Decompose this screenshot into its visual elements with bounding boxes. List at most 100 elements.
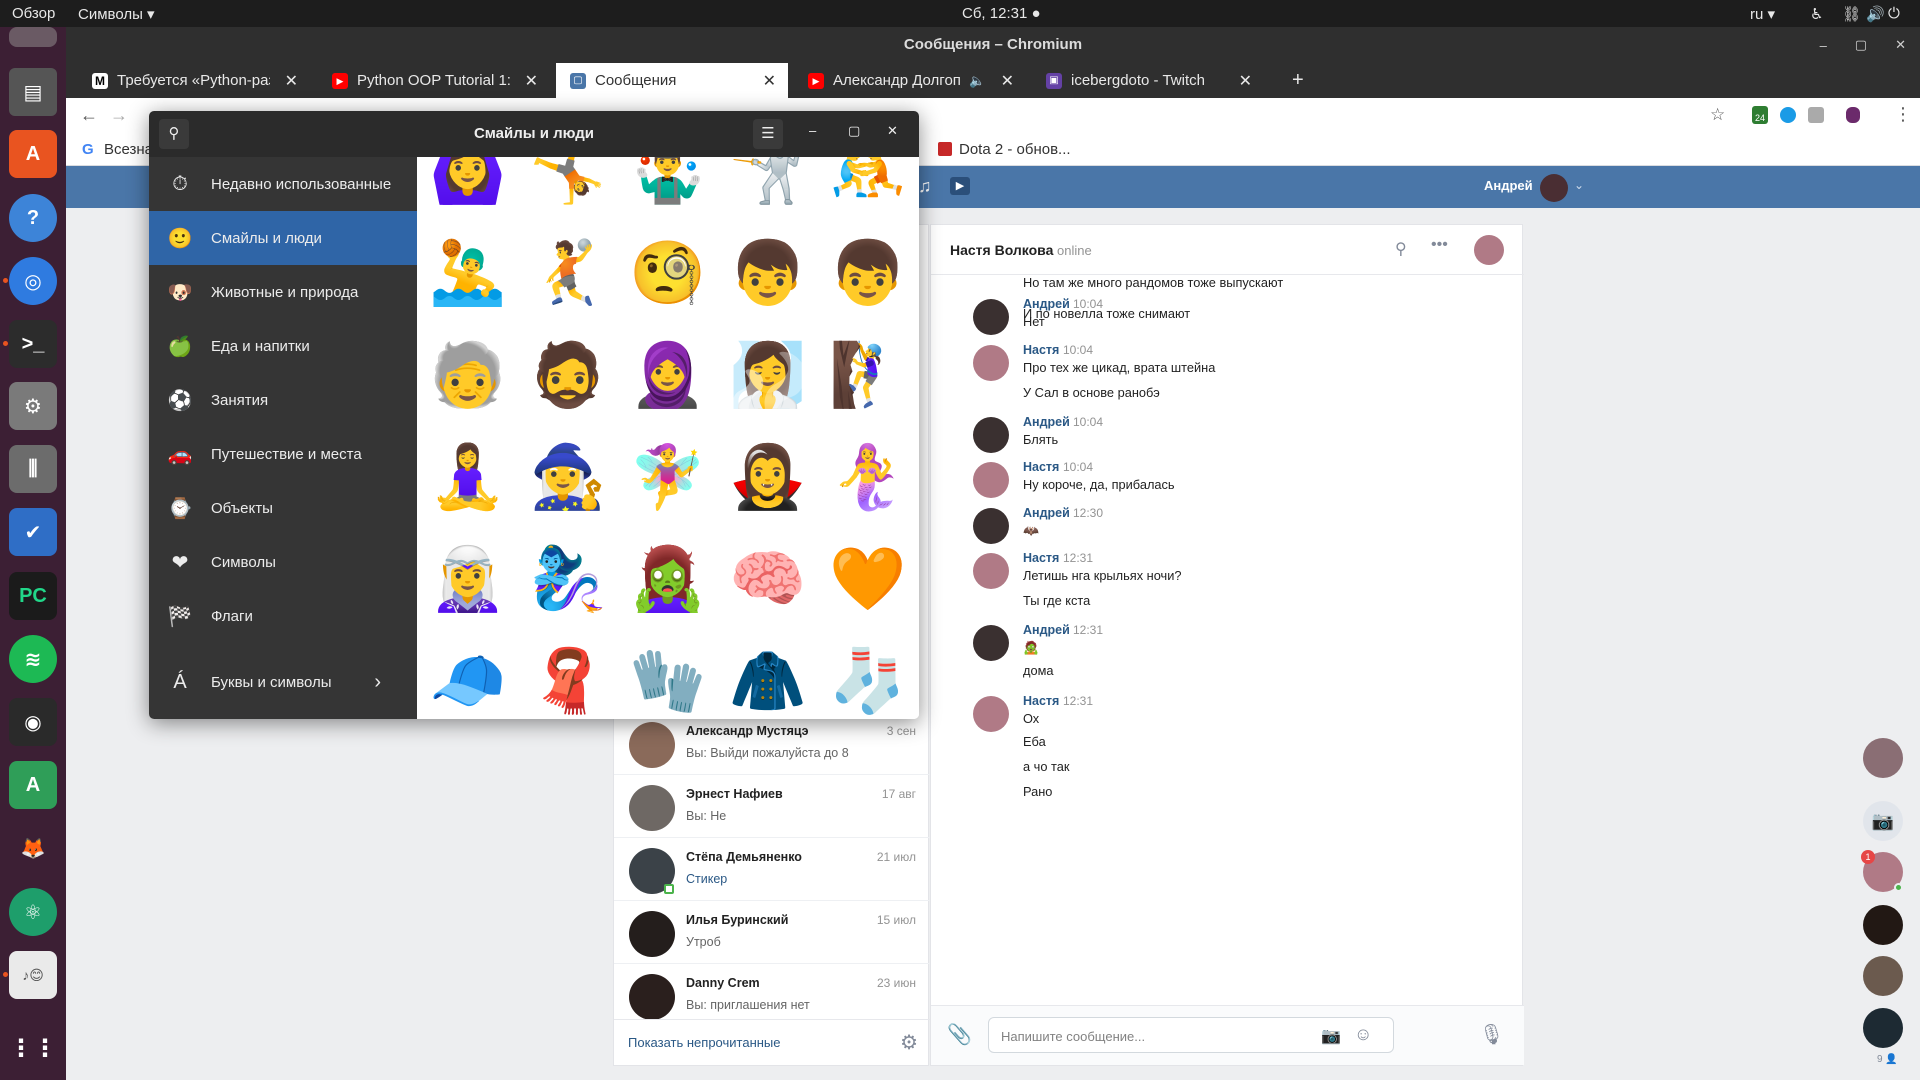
maximize-button[interactable]: ▢ [1855,37,1867,53]
category-recent[interactable]: ⏱ Недавно использованные [149,157,417,211]
avatar[interactable] [1863,738,1903,778]
avatar[interactable] [973,625,1009,661]
category-food-drink[interactable]: 🍏 Еда и напитки [149,319,417,373]
avatar[interactable] [973,508,1009,544]
tab-python-oop[interactable]: ▶ Python OOP Tutorial 1: Classes ✕ [318,63,550,98]
audio-playing-icon[interactable]: 🔈 [969,73,985,89]
message-author[interactable]: Андрей [1023,506,1070,520]
smile-icon[interactable]: ☺ [1354,1024,1372,1045]
emoji-cell[interactable]: 🧕 [625,333,711,419]
emoji-cell[interactable]: 🧠 [725,537,811,623]
emoji-cell[interactable]: 🧚‍♀️ [625,435,711,521]
emoji-cell[interactable]: 🧐 [625,231,711,317]
emoji-cell[interactable]: 🙆‍♀️ [425,157,511,215]
more-icon[interactable]: ••• [1431,236,1448,254]
bookmark-vseznaika[interactable]: Всезна [104,141,153,158]
category-letters-symbols[interactable]: Á Буквы и символы › [149,655,417,709]
message-author[interactable]: Настя [1023,343,1059,357]
usb-creator-icon[interactable]: ◉ [9,698,57,746]
back-arrow-icon[interactable]: ← [80,105,98,126]
extension-calendar-icon[interactable]: 24 [1752,106,1768,124]
maximize-button[interactable]: ▢ [848,123,860,139]
close-button[interactable]: ✕ [887,123,898,139]
mixer-icon[interactable]: ⫼ [9,445,57,493]
category-flags[interactable]: 🏁 Флаги [149,589,417,643]
emoji-cell[interactable]: 👦 [725,231,811,317]
extension-blue-icon[interactable] [1780,107,1796,123]
chromium-icon[interactable]: ◎ [3,257,57,305]
category-animals-nature[interactable]: 🐶 Животные и природа [149,265,417,319]
emoji-cell[interactable]: 🧙‍♀️ [525,435,611,521]
list-item[interactable]: Александр Мустяцэ 3 сен Вы: Выйди пожалу… [614,712,930,775]
tab-dolgopolov[interactable]: ▶ Александр Долгополов 🔈 ✕ [794,63,1026,98]
help-icon[interactable]: ? [9,194,57,242]
avatar[interactable] [973,696,1009,732]
category-travel-places[interactable]: 🚗 Путешествие и места [149,427,417,481]
emoji-cell[interactable]: 🧜‍♀️ [825,435,911,521]
power-icon[interactable]: ⏻ [1888,5,1900,22]
emoji-cell[interactable]: 🧓 [425,333,511,419]
emoji-cell[interactable]: 🧢 [425,639,511,719]
avatar[interactable] [1863,1008,1903,1048]
emoji-cell[interactable]: 🧤 [625,639,711,719]
emoji-cell[interactable]: 🤾 [525,231,611,317]
volume-icon[interactable]: 🔊 [1866,5,1885,23]
emoji-cell[interactable]: 🤺 [725,157,811,215]
tab-twitch[interactable]: ▣ icebergdoto - Twitch ✕ [1032,63,1264,98]
software-center-icon[interactable]: A [9,130,57,178]
tab-python-job[interactable]: M Требуется «Python-разработчик» ✕ [78,63,310,98]
avatar[interactable] [1863,956,1903,996]
attach-icon[interactable]: 📎 [947,1022,972,1047]
gear-icon[interactable]: ⚙ [900,1030,918,1055]
emoji-cell[interactable]: 🧔 [525,333,611,419]
emoji-cell[interactable]: 🧥 [725,639,811,719]
keyboard-layout[interactable]: ru ▾ [1750,5,1775,23]
list-item[interactable]: Стёпа Демьяненко 21 июл Стикер [614,838,930,901]
settings-icon[interactable]: ⚙ [9,382,57,430]
tab-messages[interactable]: ▢ Сообщения ✕ [556,63,788,98]
vk-user-name[interactable]: Андрей [1484,178,1533,193]
chevron-down-icon[interactable]: ⌄ [1574,178,1584,192]
avatar[interactable] [973,417,1009,453]
avatar[interactable] [973,462,1009,498]
bookmark-dota[interactable]: Dota 2 - обнов... [959,141,1071,158]
avatar[interactable] [973,299,1009,335]
message-author[interactable]: Настя [1023,460,1059,474]
minimize-button[interactable]: ‒ [1820,38,1827,53]
emoji-cell[interactable]: 🧟‍♀️ [625,537,711,623]
activities-button[interactable]: Обзор [12,5,55,22]
extension-purple-icon[interactable] [1846,107,1860,123]
avatar[interactable]: 1 [1861,850,1903,892]
message-author[interactable]: Настя [1023,694,1059,708]
app-menu-symbols[interactable]: Символы ▾ [78,5,155,23]
close-tab-icon[interactable]: ✕ [1233,71,1252,91]
emoji-cell[interactable]: 🧣 [525,639,611,719]
avatar[interactable] [1540,174,1568,202]
category-symbols[interactable]: ❤ Символы [149,535,417,589]
show-unread-link[interactable]: Показать непрочитанные [628,1035,781,1050]
emoji-cell[interactable]: 🧗‍♀️ [825,333,911,419]
emoji-cell[interactable]: 🧘‍♀️ [425,435,511,521]
category-smileys-people[interactable]: 🙂 Смайлы и люди [149,211,417,265]
close-tab-icon[interactable]: ✕ [279,71,298,91]
pycharm-icon[interactable]: PC [9,572,57,620]
menu-kebab-icon[interactable]: ⋮ [1894,104,1912,125]
show-apps-icon[interactable]: ⋮⋮ [9,1024,57,1072]
close-window-button[interactable]: ✕ [1895,37,1906,53]
message-author[interactable]: Андрей [1023,415,1070,429]
camera-icon[interactable]: 📷 [1863,801,1903,841]
message-author[interactable]: Андрей [1023,297,1070,311]
close-tab-icon[interactable]: ✕ [995,71,1014,91]
list-item[interactable]: Илья Буринский 15 июл Утроб [614,901,930,964]
message-author[interactable]: Настя [1023,551,1059,565]
category-objects[interactable]: ⌚ Объекты [149,481,417,535]
emoji-cell[interactable]: 🧡 [825,537,911,623]
list-item[interactable]: Эрнест Нафиев 17 авг Вы: Не [614,775,930,838]
accessibility-icon[interactable]: ♿ [1810,5,1823,23]
emoji-cell[interactable]: 👦 [825,231,911,317]
close-tab-icon[interactable]: ✕ [519,71,538,91]
video-play-icon[interactable]: ▶ [950,177,970,195]
extension-gray-icon[interactable] [1808,107,1824,123]
tasks-icon[interactable]: ✔ [9,508,57,556]
avatar[interactable] [1474,235,1504,265]
